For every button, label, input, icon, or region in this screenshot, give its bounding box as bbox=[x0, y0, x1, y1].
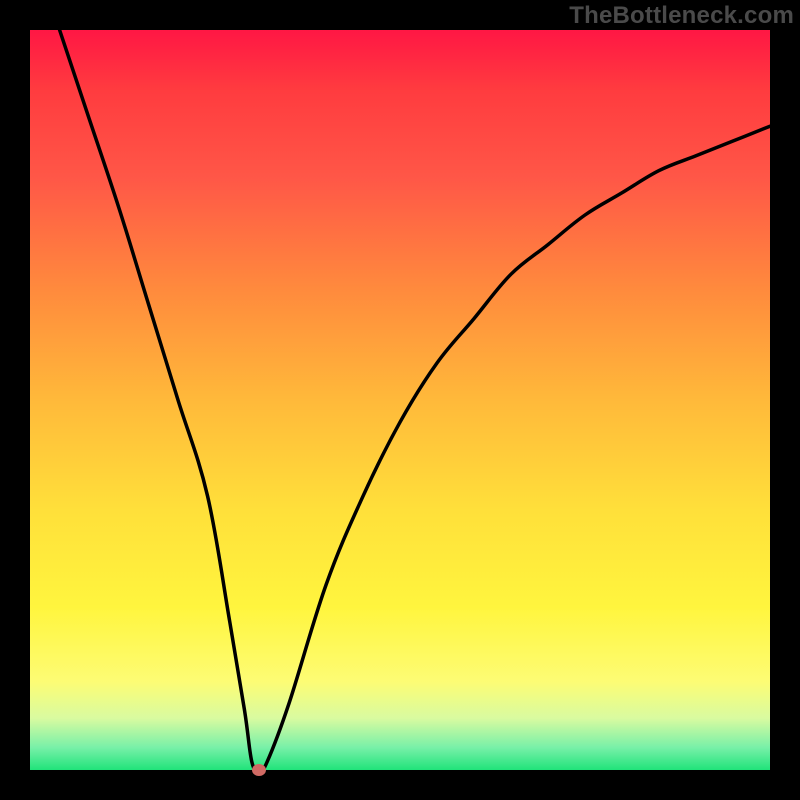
attribution-label: TheBottleneck.com bbox=[569, 2, 794, 30]
curve-path bbox=[60, 30, 770, 771]
chart-frame: TheBottleneck.com bbox=[0, 0, 800, 800]
plot-area bbox=[30, 30, 770, 770]
bottleneck-curve bbox=[30, 30, 770, 770]
optimal-point-marker bbox=[252, 764, 266, 776]
